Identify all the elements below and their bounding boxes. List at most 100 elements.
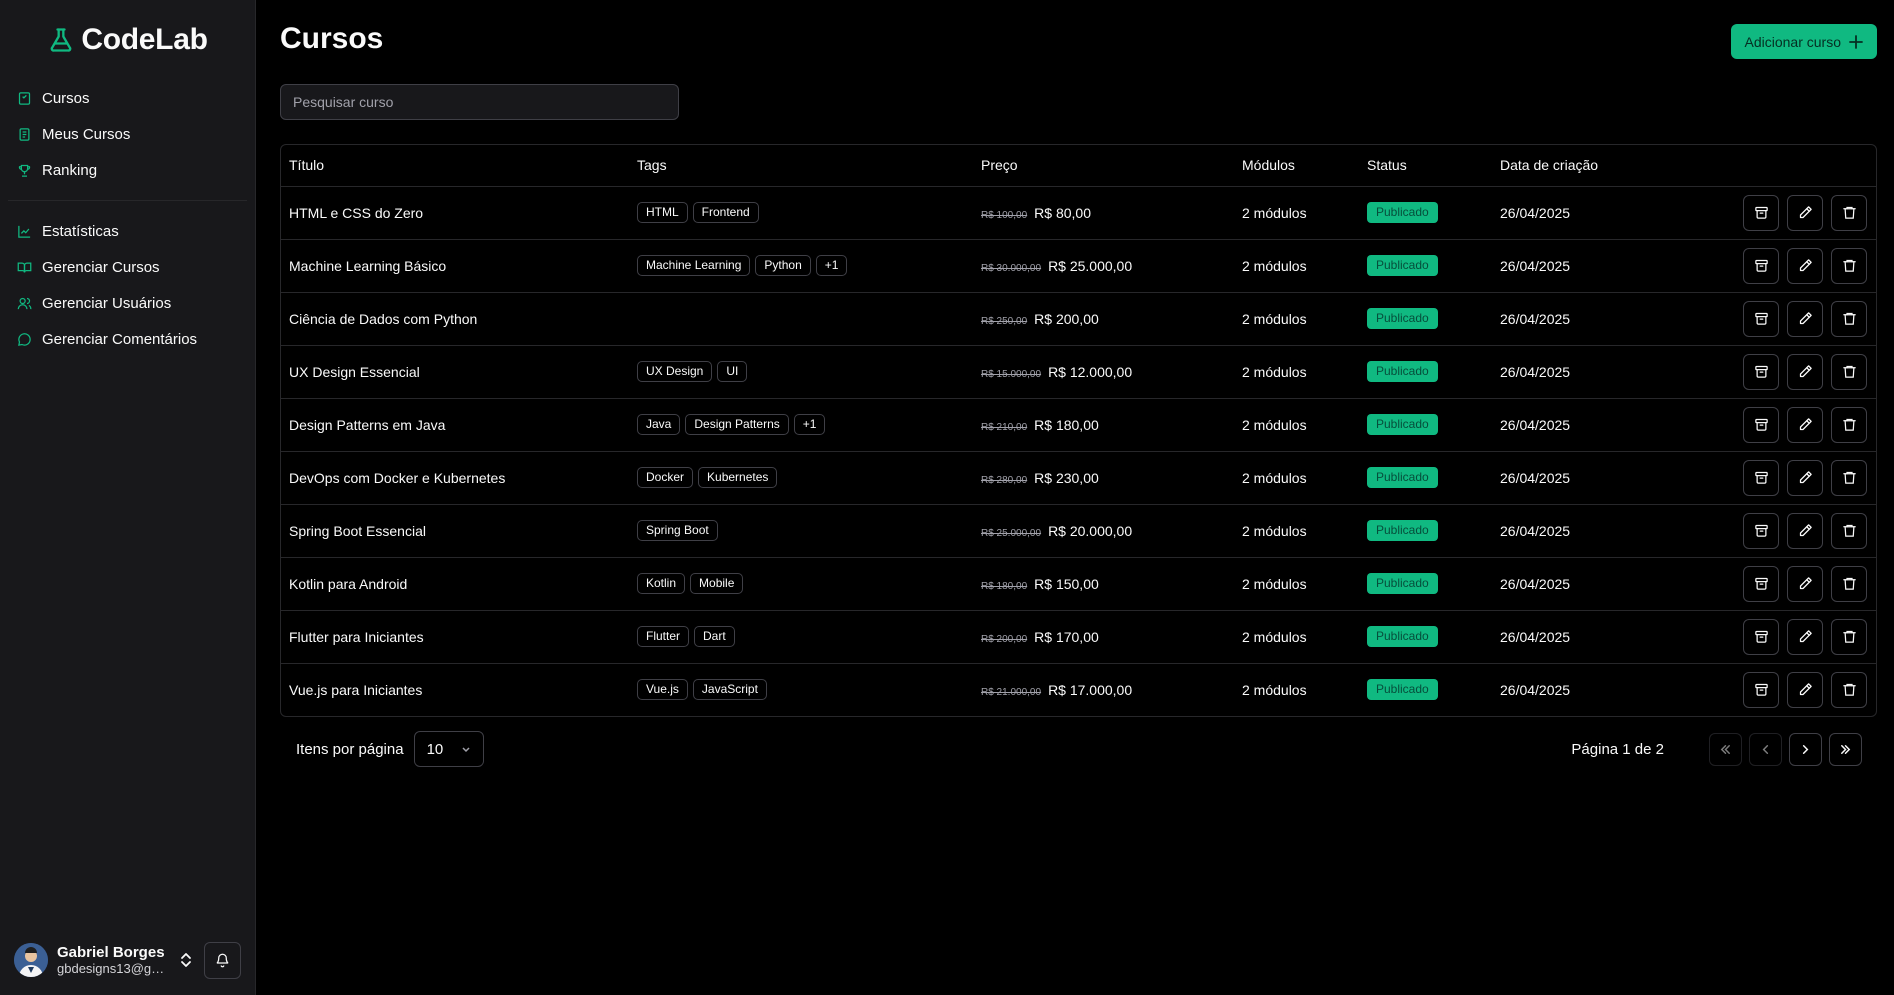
message-icon <box>18 332 31 346</box>
edit-button[interactable] <box>1787 353 1823 390</box>
sidebar-item-meus-cursos[interactable]: Meus Cursos <box>8 116 247 152</box>
archive-icon <box>1754 259 1768 272</box>
course-tags: Kotlin Mobile <box>629 557 973 610</box>
per-page-label: Itens por página <box>296 740 404 758</box>
sidebar-item-gerenciar-cursos[interactable]: Gerenciar Cursos <box>8 249 247 285</box>
course-old-price: R$ 15.000,00 <box>981 368 1042 380</box>
delete-button[interactable] <box>1831 459 1867 496</box>
table-row: Ciência de Dados com Python R$ 250,00 R$ … <box>281 292 1876 345</box>
archive-icon <box>1754 577 1768 590</box>
sidebar-nav: Cursos Meus Cursos Ranking Estatísticas … <box>0 80 255 357</box>
archive-button[interactable] <box>1743 194 1779 231</box>
app-name: CodeLab <box>81 23 208 56</box>
last-page-button[interactable] <box>1829 732 1862 766</box>
archive-button[interactable] <box>1743 300 1779 337</box>
tag: Spring Boot <box>637 520 718 541</box>
edit-button[interactable] <box>1787 247 1823 284</box>
column-header-titulo[interactable]: Título <box>281 145 629 187</box>
edit-button[interactable] <box>1787 406 1823 443</box>
delete-button[interactable] <box>1831 353 1867 390</box>
course-date: 26/04/2025 <box>1500 363 1571 380</box>
archive-icon <box>1754 365 1768 378</box>
course-price: R$ 180,00 <box>1034 416 1099 433</box>
tag: Python <box>755 255 811 276</box>
edit-button[interactable] <box>1787 512 1823 549</box>
pencil-icon <box>1799 418 1812 431</box>
delete-button[interactable] <box>1831 512 1867 549</box>
sidebar-item-estatisticas[interactable]: Estatísticas <box>8 213 247 249</box>
course-old-price: R$ 21.000,00 <box>981 686 1042 698</box>
archive-button[interactable] <box>1743 618 1779 655</box>
sidebar-divider <box>8 200 247 201</box>
course-tags: HTML Frontend <box>629 186 973 239</box>
per-page-value: 10 <box>426 740 444 758</box>
edit-button[interactable] <box>1787 194 1823 231</box>
archive-button[interactable] <box>1743 353 1779 390</box>
course-old-price: R$ 100,00 <box>981 209 1028 221</box>
delete-button[interactable] <box>1831 300 1867 337</box>
column-header-preco[interactable]: Preço <box>973 145 1234 187</box>
archive-button[interactable] <box>1743 565 1779 602</box>
status-badge: Publicado <box>1367 308 1438 329</box>
delete-button[interactable] <box>1831 194 1867 231</box>
sidebar-item-cursos[interactable]: Cursos <box>8 80 247 116</box>
add-course-button[interactable]: Adicionar curso <box>1730 24 1877 59</box>
delete-button[interactable] <box>1831 565 1867 602</box>
column-header-tags[interactable]: Tags <box>629 145 973 187</box>
edit-button[interactable] <box>1787 618 1823 655</box>
first-page-button[interactable] <box>1709 732 1742 766</box>
course-status-cell: Publicado <box>1359 345 1492 398</box>
course-tags <box>629 292 973 345</box>
pencil-icon <box>1799 312 1812 325</box>
sidebar-item-ranking[interactable]: Ranking <box>8 152 247 188</box>
course-modules: 2 módulos <box>1242 310 1307 327</box>
course-old-price: R$ 30.000,00 <box>981 262 1042 274</box>
archive-icon <box>1754 684 1768 696</box>
table-row: Spring Boot Essencial Spring Boot R$ 25.… <box>281 504 1876 557</box>
delete-button[interactable] <box>1831 247 1867 284</box>
previous-page-button[interactable] <box>1749 732 1782 766</box>
user-menu[interactable]: Gabriel Borges gbdesigns13@gma... <box>0 925 255 995</box>
edit-button[interactable] <box>1787 459 1823 496</box>
edit-button[interactable] <box>1787 565 1823 602</box>
pencil-icon <box>1799 630 1812 643</box>
row-actions <box>1678 239 1876 292</box>
next-page-button[interactable] <box>1789 732 1822 766</box>
course-price-cell: R$ 30.000,00 R$ 25.000,00 <box>973 239 1234 292</box>
edit-button[interactable] <box>1787 671 1823 708</box>
sidebar-item-gerenciar-usuarios[interactable]: Gerenciar Usuários <box>8 285 247 321</box>
logo[interactable]: CodeLab <box>0 0 255 80</box>
delete-button[interactable] <box>1831 671 1867 708</box>
delete-button[interactable] <box>1831 406 1867 443</box>
archive-button[interactable] <box>1743 247 1779 284</box>
trash-icon <box>1842 418 1856 431</box>
column-header-data[interactable]: Data de criação <box>1492 145 1678 187</box>
status-badge: Publicado <box>1367 520 1438 541</box>
sidebar-item-label: Cursos <box>42 89 90 107</box>
course-status-cell: Publicado <box>1359 451 1492 504</box>
archive-button[interactable] <box>1743 512 1779 549</box>
search-input[interactable] <box>280 84 679 120</box>
row-actions <box>1678 451 1876 504</box>
course-old-price: R$ 200,00 <box>981 633 1028 645</box>
delete-button[interactable] <box>1831 618 1867 655</box>
sidebar-item-gerenciar-comentarios[interactable]: Gerenciar Comentários <box>8 321 247 357</box>
archive-button[interactable] <box>1743 671 1779 708</box>
course-price-cell: R$ 210,00 R$ 180,00 <box>973 398 1234 451</box>
course-modules: 2 módulos <box>1242 681 1307 698</box>
status-badge: Publicado <box>1367 414 1438 435</box>
course-price: R$ 12.000,00 <box>1048 363 1133 380</box>
course-title: UX Design Essencial <box>289 363 420 380</box>
archive-button[interactable] <box>1743 406 1779 443</box>
course-price: R$ 20.000,00 <box>1048 522 1133 539</box>
row-actions <box>1678 292 1876 345</box>
column-header-status[interactable]: Status <box>1359 145 1492 187</box>
per-page-select[interactable]: 10 <box>413 731 484 767</box>
chevrons-up-down-icon[interactable] <box>177 946 195 974</box>
column-header-modulos[interactable]: Módulos <box>1234 145 1359 187</box>
archive-button[interactable] <box>1743 459 1779 496</box>
plus-icon <box>1849 34 1863 49</box>
edit-button[interactable] <box>1787 300 1823 337</box>
notifications-button[interactable] <box>204 941 241 979</box>
archive-icon <box>1754 524 1768 537</box>
